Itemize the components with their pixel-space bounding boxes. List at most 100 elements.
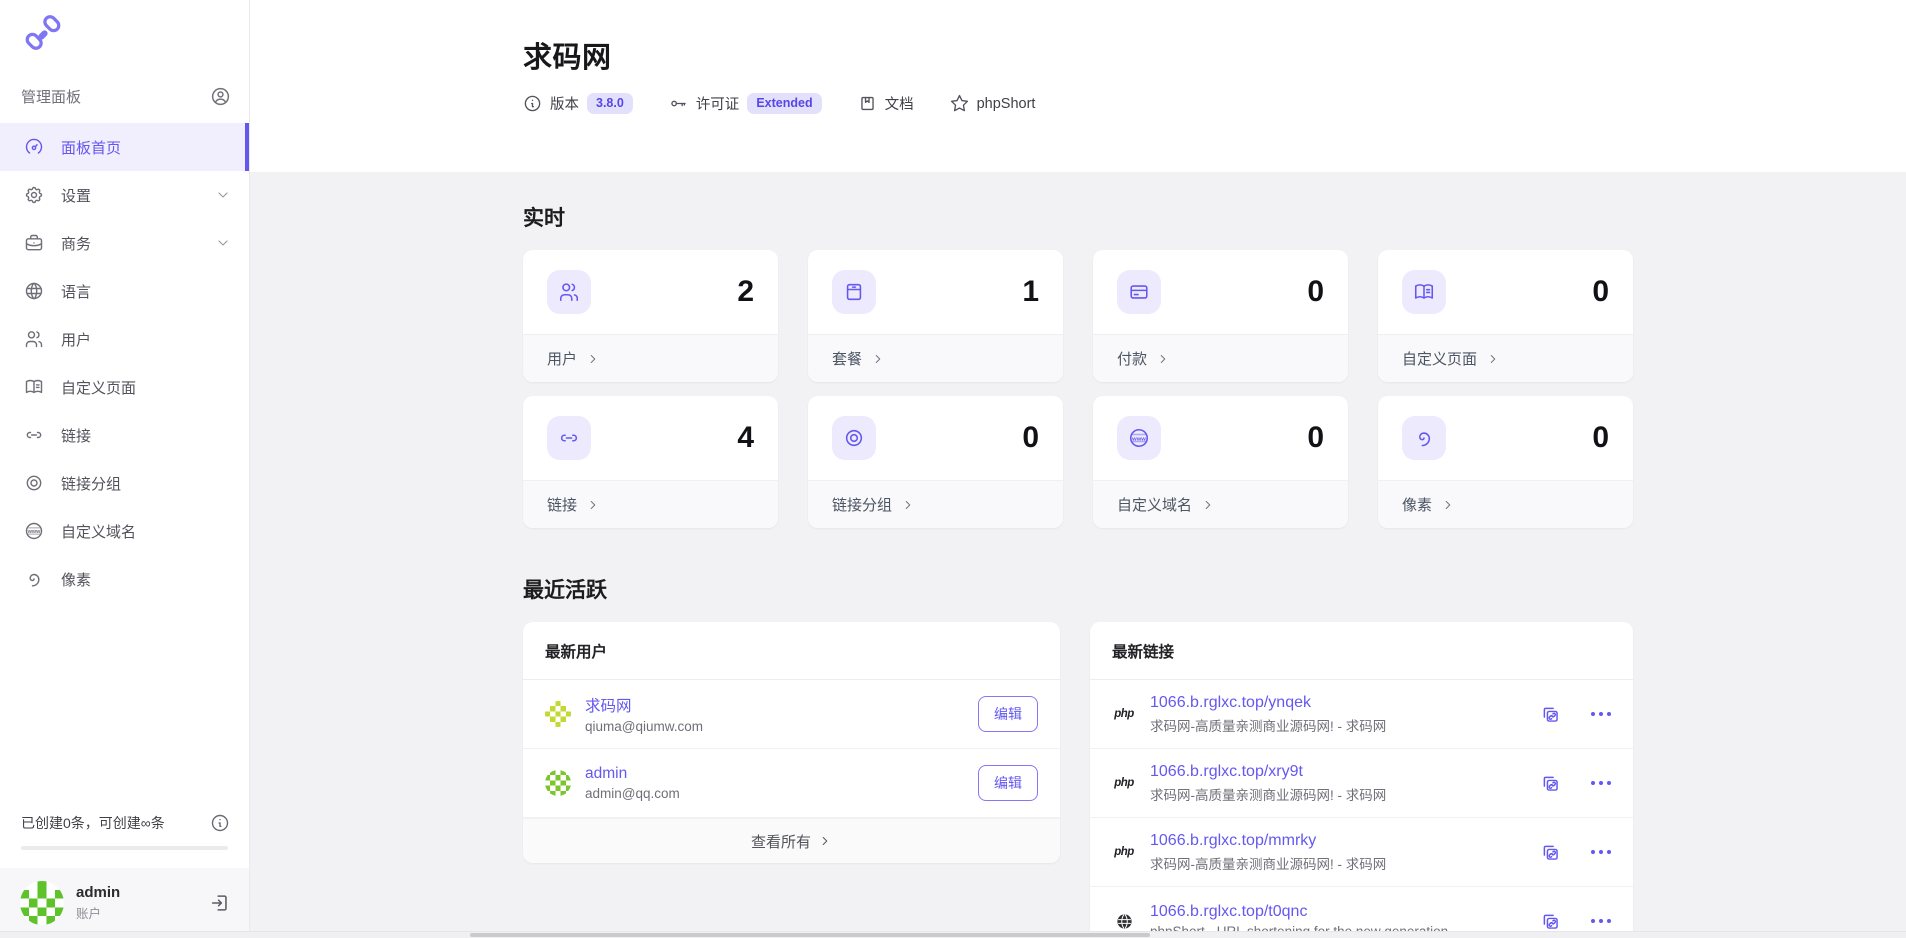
chevron-right-icon [586,498,600,512]
stat-link-payments[interactable]: 付款 [1093,334,1348,382]
more-menu-icon[interactable] [1591,777,1612,790]
user-name-link[interactable]: 求码网 [585,694,703,716]
stat-value: 0 [1307,275,1324,309]
short-url-link[interactable]: 1066.b.rglxc.top/t0qnc [1150,903,1452,921]
meta-license: 许可证 Extended [669,93,822,114]
edit-user-button[interactable]: 编辑 [978,696,1038,732]
stat-link-link-groups[interactable]: 链接分组 [808,480,1063,528]
sidebar-item-users[interactable]: 用户 [0,315,249,363]
stat-card-link-groups: 0 链接分组 [808,396,1063,528]
target-icon [832,416,876,460]
chevron-right-icon [1156,352,1170,366]
meta-label: phpShort [977,96,1036,112]
main-content: 求码网 版本 3.8.0 许可证 Extended [250,0,1906,938]
chevron-right-icon [818,834,832,848]
copy-link-icon[interactable] [1540,773,1561,794]
short-url-link[interactable]: 1066.b.rglxc.top/mmrky [1150,832,1386,850]
sidebar-item-language[interactable]: 语言 [0,267,249,315]
credit-card-icon [1117,270,1161,314]
user-email: admin@qq.com [585,786,680,801]
chevron-right-icon [1441,498,1455,512]
scrollbar-thumb[interactable] [470,933,1150,937]
meta-phpshort-link[interactable]: phpShort [950,94,1036,113]
target-icon [24,473,44,493]
meta-label: 许可证 [696,93,740,114]
quota-progress-bar [21,846,228,850]
short-url-link[interactable]: 1066.b.rglxc.top/xry9t [1150,763,1386,781]
account-role: 账户 [76,903,120,922]
sidebar-item-pixels[interactable]: 像素 [0,555,249,603]
stat-value: 1 [1022,275,1039,309]
sidebar-item-business[interactable]: 商务 [0,219,249,267]
avatar [545,770,571,796]
copy-link-icon[interactable] [1540,704,1561,725]
stats-grid: 2 用户 1 套餐 [523,250,1633,528]
sidebar-nav: 面板首页 设置 商务 语言 [0,123,249,603]
header-meta-row: 版本 3.8.0 许可证 Extended 文档 [523,93,1633,114]
edit-user-button[interactable]: 编辑 [978,765,1038,801]
stat-link-users[interactable]: 用户 [523,334,778,382]
page-header: 求码网 版本 3.8.0 许可证 Extended [250,0,1906,172]
more-menu-icon[interactable] [1591,915,1612,928]
stat-card-users: 2 用户 [523,250,778,382]
link-row: php 1066.b.rglxc.top/ynqek 求码网-高质量亲测商业源码… [1090,680,1633,749]
book-icon [24,377,44,397]
user-name-link[interactable]: admin [585,765,680,783]
version-badge: 3.8.0 [587,93,633,114]
sidebar-item-settings[interactable]: 设置 [0,171,249,219]
globe-favicon [1112,913,1136,930]
user-circle-icon[interactable] [210,86,231,107]
latest-links-panel: 最新链接 php 1066.b.rglxc.top/ynqek 求码网-高质量亲… [1090,622,1633,938]
stat-card-links: 4 链接 [523,396,778,528]
link-description: 求码网-高质量亲测商业源码网! - 求码网 [1150,715,1386,735]
stat-label: 用户 [547,348,577,369]
book-icon [1402,270,1446,314]
avatar [20,881,64,925]
copy-link-icon[interactable] [1540,911,1561,932]
php-favicon: php [1112,708,1136,720]
sidebar-item-links[interactable]: 链接 [0,411,249,459]
latest-users-panel: 最新用户 求码网 qiuma@qiumw.com 编辑 [523,622,1060,863]
more-menu-icon[interactable] [1591,708,1612,721]
horizontal-scrollbar[interactable] [0,931,1906,938]
stat-value: 0 [1022,421,1039,455]
stat-label: 套餐 [832,348,862,369]
recent-heading: 最近活跃 [523,574,1633,604]
link-description: 求码网-高质量亲测商业源码网! - 求码网 [1150,853,1386,873]
stat-label: 像素 [1402,494,1432,515]
quota-text: 已创建0条，可创建∞条 [21,813,165,833]
www-globe-icon: www [1117,416,1161,460]
users-icon [24,329,44,349]
info-circle-icon[interactable] [210,813,230,833]
sidebar: 管理面板 面板首页 设置 商务 [0,0,250,938]
stat-link-links[interactable]: 链接 [523,480,778,528]
user-email: qiuma@qiumw.com [585,719,703,734]
sidebar-brand-row: 管理面板 [21,86,231,107]
license-badge: Extended [747,93,821,114]
stat-link-custom-domains[interactable]: 自定义域名 [1093,480,1348,528]
sidebar-item-link-groups[interactable]: 链接分组 [0,459,249,507]
sidebar-item-dashboard[interactable]: 面板首页 [0,123,249,171]
account-panel[interactable]: admin 账户 [0,868,249,938]
stat-link-plans[interactable]: 套餐 [808,334,1063,382]
meta-version: 版本 3.8.0 [523,93,633,114]
logout-icon[interactable] [209,892,231,914]
brand-label: 管理面板 [21,86,81,107]
stat-value: 0 [1592,275,1609,309]
meta-label: 文档 [885,93,914,114]
sidebar-item-label: 自定义页面 [61,377,136,398]
view-all-link[interactable]: 查看所有 [523,818,1060,863]
more-menu-icon[interactable] [1591,846,1612,859]
meta-docs-link[interactable]: 文档 [858,93,914,114]
stat-link-pixels[interactable]: 像素 [1378,480,1633,528]
stat-link-custom-pages[interactable]: 自定义页面 [1378,334,1633,382]
copy-link-icon[interactable] [1540,842,1561,863]
bookmark-icon [858,94,877,113]
sidebar-item-label: 链接分组 [61,473,121,494]
short-url-link[interactable]: 1066.b.rglxc.top/ynqek [1150,694,1386,712]
sidebar-item-custom-domains[interactable]: www 自定义域名 [0,507,249,555]
chevron-right-icon [871,352,885,366]
stat-label: 自定义页面 [1402,348,1477,369]
sidebar-item-custom-pages[interactable]: 自定义页面 [0,363,249,411]
settings-icon [24,185,44,205]
